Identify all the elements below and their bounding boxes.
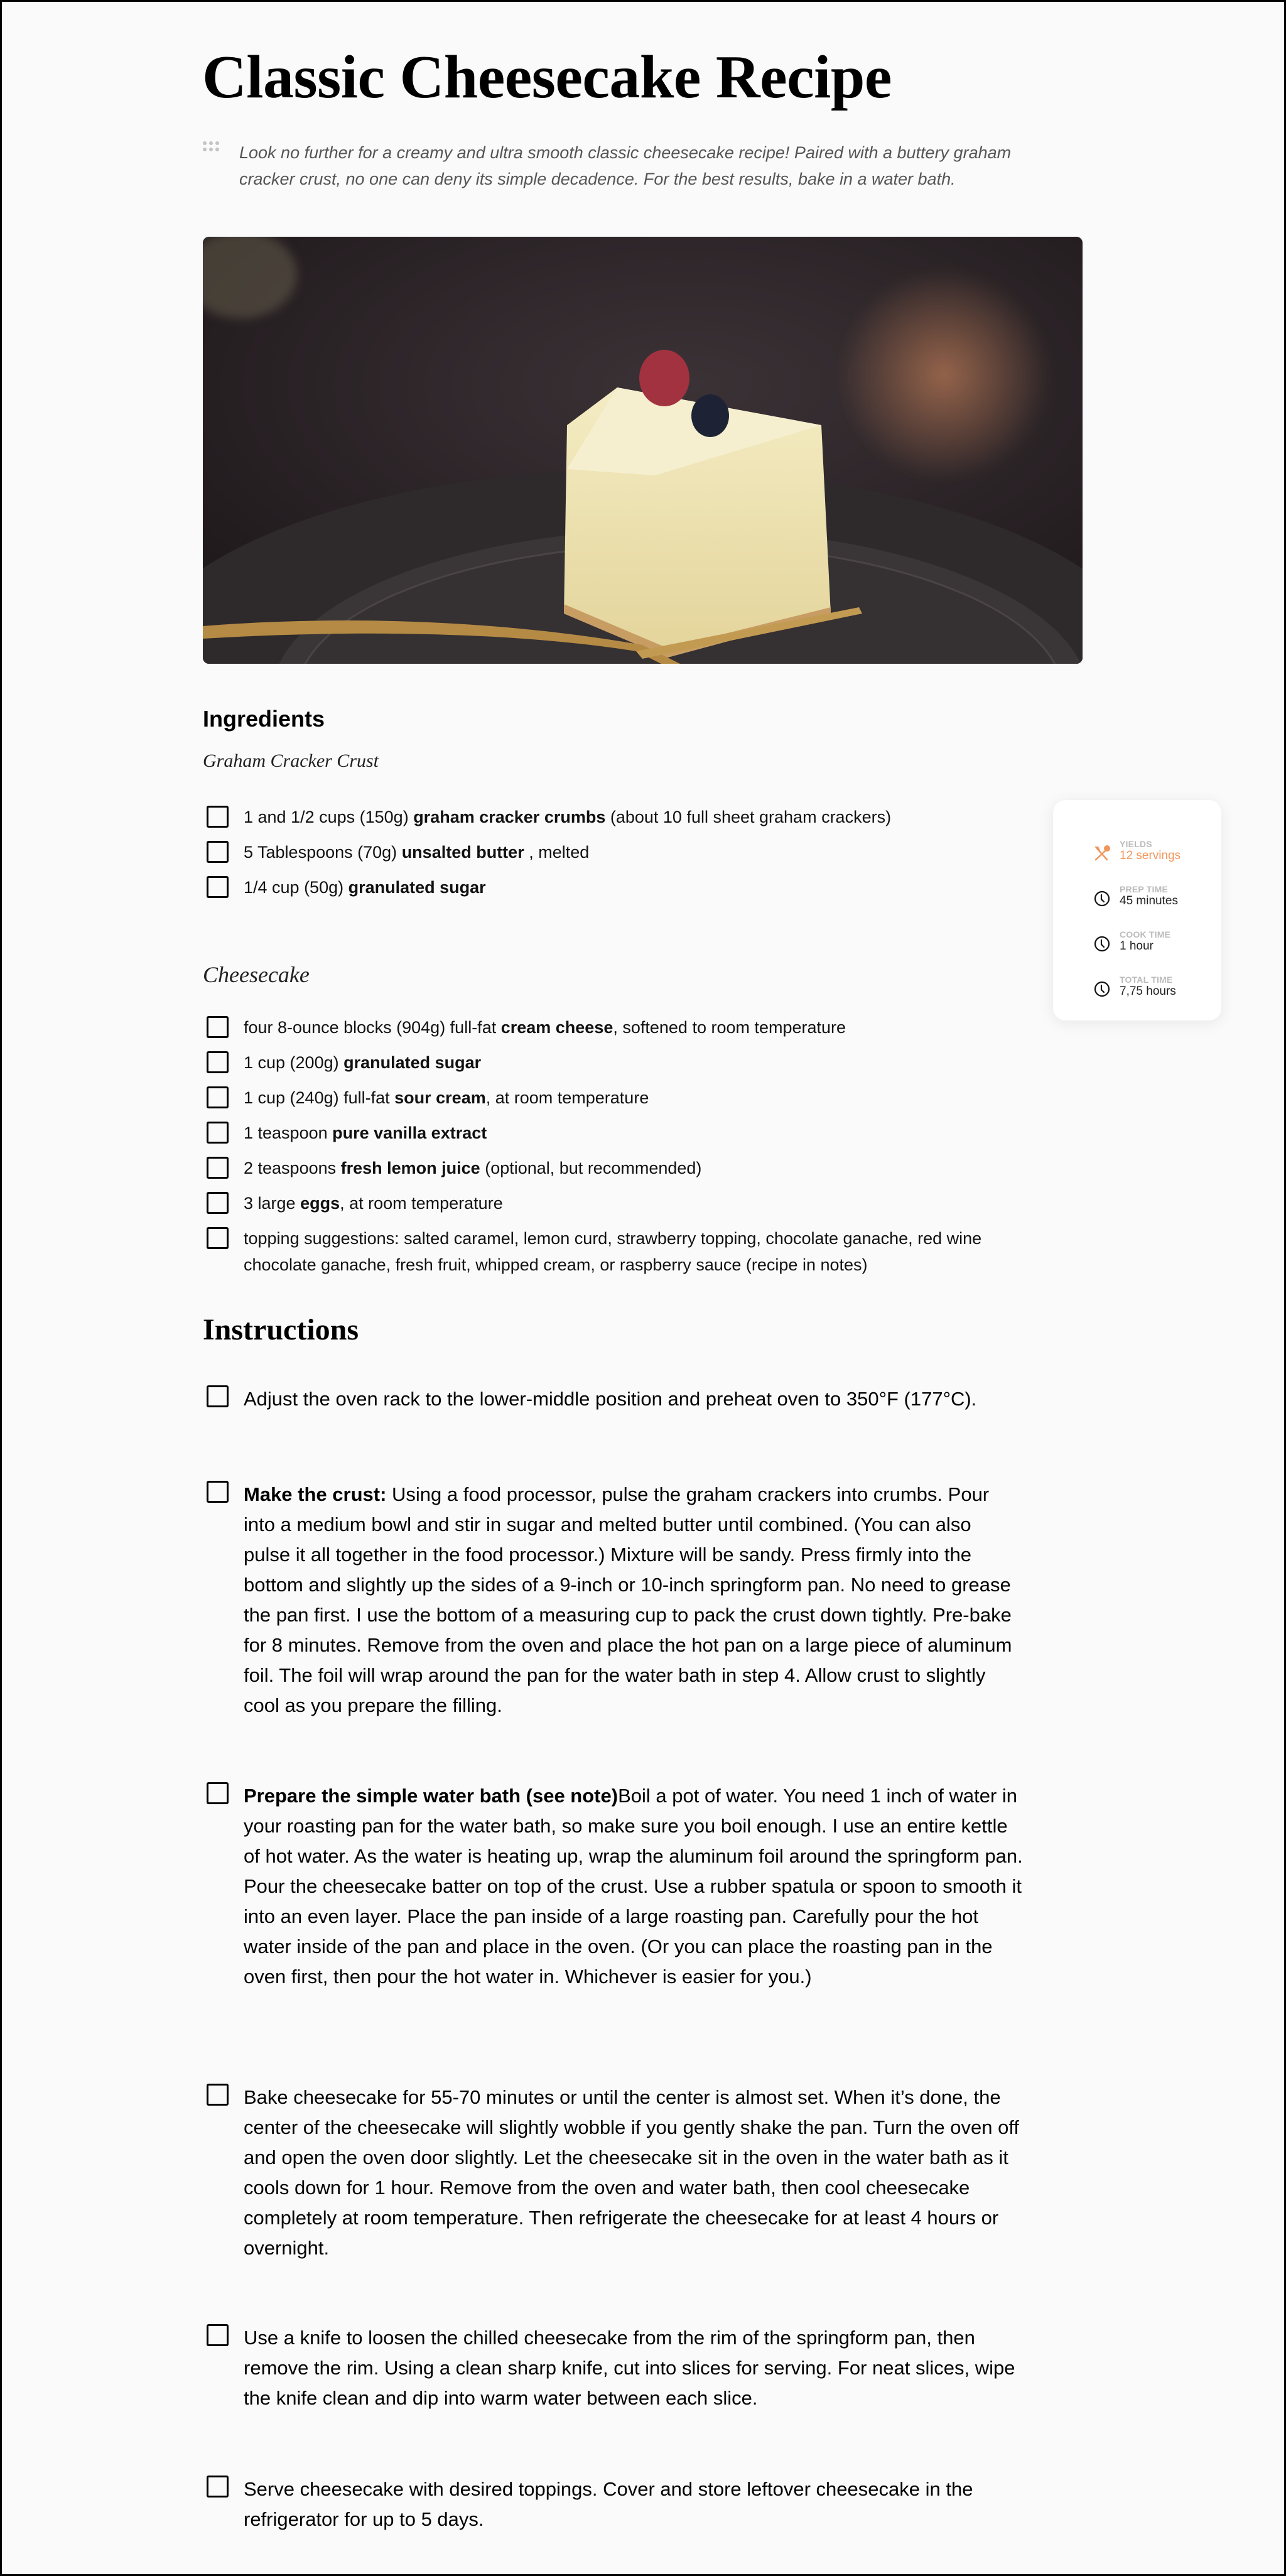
- step-checkbox[interactable]: [207, 2476, 229, 2498]
- cook-time-label: COOK TIME: [1120, 929, 1171, 939]
- meta-cook-time: COOK TIME 1 hour: [1093, 929, 1170, 953]
- step-checkbox[interactable]: [207, 1481, 229, 1503]
- ingredient-checkbox[interactable]: [207, 1192, 229, 1214]
- step-checkbox[interactable]: [207, 2084, 229, 2106]
- ingredient-name: graham cracker crumbs: [413, 808, 606, 826]
- ingredient-list-cheesecake: four 8-ounce blocks (904g) full-fat crea…: [207, 1014, 1023, 1278]
- step-text: Using a food processor, pulse the graham…: [244, 1483, 1012, 1716]
- ingredient-item: 1 teaspoon pure vanilla extract: [207, 1120, 1023, 1155]
- clock-icon: [1094, 890, 1110, 907]
- ingredient-checkbox[interactable]: [207, 1051, 229, 1073]
- prep-time-label: PREP TIME: [1120, 884, 1169, 894]
- total-time-value: 7,75 hours: [1120, 985, 1176, 998]
- instruction-step: Serve cheesecake with desired toppings. …: [207, 2474, 1023, 2535]
- ingredient-checkbox[interactable]: [207, 1227, 229, 1249]
- ingredient-note: (optional, but recommended): [480, 1159, 702, 1177]
- step-text: Boil a pot of water. You need 1 inch of …: [244, 1785, 1023, 1988]
- ingredient-name: pure vanilla extract: [332, 1123, 487, 1142]
- step-checkbox[interactable]: [207, 2324, 229, 2346]
- ingredient-checkbox[interactable]: [207, 841, 229, 863]
- ingredient-list-crust: 1 and 1/2 cups (150g) graham cracker cru…: [207, 804, 1023, 909]
- ingredient-checkbox[interactable]: [207, 1122, 229, 1144]
- ingredient-quantity: 1/4 cup (50g): [244, 878, 349, 897]
- ingredient-checkbox[interactable]: [207, 1086, 229, 1108]
- clock-icon: [1094, 981, 1110, 997]
- ingredient-quantity: 1 cup (200g): [244, 1053, 344, 1072]
- intro-text: Look no further for a creamy and ultra s…: [239, 143, 1012, 188]
- instruction-step: Prepare the simple water bath (see note)…: [207, 1781, 1023, 1992]
- ingredient-quantity: 1 cup (240g) full-fat: [244, 1088, 395, 1107]
- ingredient-name: cream cheese: [500, 1018, 613, 1037]
- step-text: Bake cheesecake for 55-70 minutes or unt…: [244, 2086, 1020, 2259]
- instructions-heading: Instructions: [203, 1313, 359, 1346]
- ingredient-quantity: 2 teaspoons: [244, 1159, 341, 1177]
- meta-yields: YIELDS 12 servings: [1093, 839, 1181, 863]
- ingredient-item: 1/4 cup (50g) granulated sugar: [207, 874, 1023, 909]
- ingredient-note: , softened to room temperature: [613, 1018, 846, 1037]
- ingredient-note: , at room temperature: [485, 1088, 649, 1107]
- ingredient-name: eggs: [300, 1194, 340, 1213]
- ingredient-group-heading: Cheesecake: [203, 962, 310, 987]
- clock-icon: [1094, 936, 1110, 952]
- hero-image: [203, 237, 1083, 664]
- ingredient-note: , at room temperature: [340, 1194, 503, 1213]
- ingredient-name: fresh lemon juice: [340, 1159, 480, 1177]
- instruction-step: Bake cheesecake for 55-70 minutes or unt…: [207, 2082, 1023, 2263]
- ingredient-note: , melted: [524, 843, 590, 862]
- ingredient-item: 3 large eggs, at room temperature: [207, 1190, 1023, 1225]
- total-time-label: TOTAL TIME: [1120, 975, 1173, 985]
- step-title: Prepare the simple water bath (see note): [244, 1785, 619, 1807]
- yields-value: 12 servings: [1120, 849, 1181, 862]
- ingredient-checkbox[interactable]: [207, 1016, 229, 1038]
- ingredient-item: 1 and 1/2 cups (150g) graham cracker cru…: [207, 804, 1023, 839]
- step-text: Serve cheesecake with desired toppings. …: [244, 2478, 973, 2530]
- ingredient-group-heading: Graham Cracker Crust: [203, 750, 379, 771]
- step-checkbox[interactable]: [207, 1782, 229, 1804]
- yields-label: YIELDS: [1120, 839, 1152, 849]
- page-title: Classic Cheesecake Recipe: [202, 43, 892, 111]
- ingredient-checkbox[interactable]: [207, 1157, 229, 1179]
- ingredient-quantity: four 8-ounce blocks (904g) full-fat: [244, 1018, 501, 1037]
- ingredient-item: 1 cup (200g) granulated sugar: [207, 1049, 1023, 1085]
- step-checkbox[interactable]: [207, 1385, 229, 1407]
- utensils-icon: [1094, 845, 1110, 861]
- step-text: Adjust the oven rack to the lower-middle…: [244, 1388, 977, 1410]
- prep-time-value: 45 minutes: [1120, 894, 1178, 907]
- cheesecake-photo: [203, 237, 1083, 664]
- ingredient-item: 1 cup (240g) full-fat sour cream, at roo…: [207, 1085, 1023, 1120]
- cook-time-value: 1 hour: [1120, 939, 1154, 953]
- ingredient-name: sour cream: [394, 1088, 486, 1107]
- ingredient-item: 2 teaspoons fresh lemon juice (optional,…: [207, 1155, 1023, 1190]
- recipe-meta-card: YIELDS 12 servings PREP TIME 45 minutes …: [1053, 800, 1221, 1020]
- ingredient-item: 5 Tablespoons (70g) unsalted butter , me…: [207, 839, 1023, 874]
- ingredient-quantity: topping suggestions: salted caramel, lem…: [244, 1229, 982, 1274]
- instruction-step: Make the crust: Using a food processor, …: [207, 1480, 1023, 1721]
- ingredient-note: (about 10 full sheet graham crackers): [605, 808, 892, 826]
- ingredient-checkbox[interactable]: [207, 806, 229, 828]
- step-title: Make the crust:: [244, 1483, 387, 1505]
- ingredient-name: granulated sugar: [343, 1053, 482, 1072]
- ingredient-quantity: 5 Tablespoons (70g): [244, 843, 402, 862]
- step-text: Use a knife to loosen the chilled cheese…: [244, 2327, 1015, 2409]
- ingredients-heading: Ingredients: [203, 706, 325, 732]
- instruction-step: Use a knife to loosen the chilled cheese…: [207, 2323, 1023, 2413]
- ingredient-item: four 8-ounce blocks (904g) full-fat crea…: [207, 1014, 1023, 1049]
- ingredient-quantity: 1 and 1/2 cups (150g): [244, 808, 414, 826]
- drag-handle-icon[interactable]: [203, 141, 220, 153]
- ingredient-quantity: 3 large: [244, 1194, 301, 1213]
- ingredient-name: unsalted butter: [401, 843, 524, 862]
- meta-prep-time: PREP TIME 45 minutes: [1093, 884, 1178, 908]
- ingredient-name: granulated sugar: [348, 878, 486, 897]
- ingredient-checkbox[interactable]: [207, 876, 229, 898]
- ingredient-quantity: 1 teaspoon: [244, 1123, 333, 1142]
- meta-total-time: TOTAL TIME 7,75 hours: [1093, 975, 1176, 998]
- ingredient-item: topping suggestions: salted caramel, lem…: [207, 1225, 1023, 1278]
- instruction-step: Adjust the oven rack to the lower-middle…: [207, 1384, 1023, 1414]
